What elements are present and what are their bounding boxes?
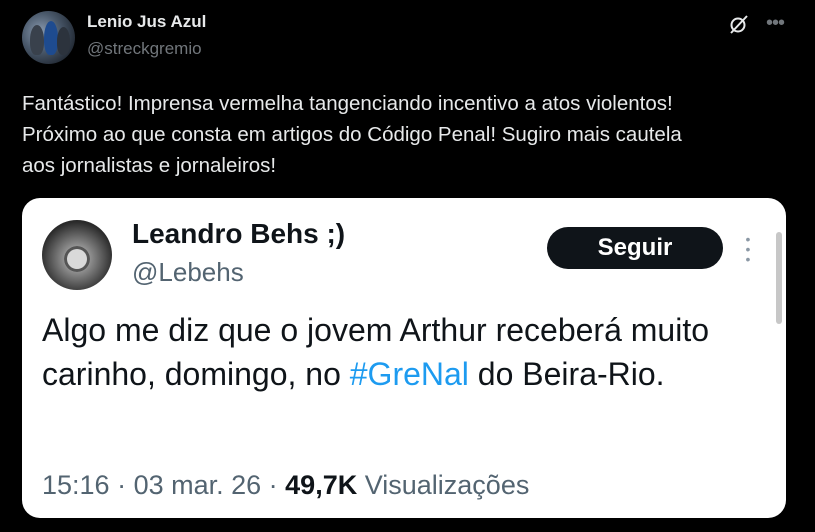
quoted-tweet-text: Algo me diz que o jovem Arthur receberá …: [42, 308, 742, 396]
meta-separator: ·: [261, 470, 286, 500]
author-avatar[interactable]: [22, 11, 75, 64]
tweet-date[interactable]: 03 mar. 26: [134, 470, 262, 500]
avatar-figure: [30, 25, 44, 55]
follow-button[interactable]: Seguir: [547, 227, 723, 269]
scrollbar[interactable]: [776, 232, 782, 324]
views-label: Visualizações: [364, 470, 530, 500]
more-icon[interactable]: •••: [763, 12, 787, 36]
tweet-text: Fantástico! Imprensa vermelha tangencian…: [22, 92, 682, 177]
quoted-author-handle[interactable]: @Lebehs: [132, 257, 244, 288]
quoted-author-avatar[interactable]: [42, 220, 112, 290]
author-handle[interactable]: @streckgremio: [87, 39, 202, 59]
author-name[interactable]: Lenio Jus Azul: [87, 12, 206, 32]
vertical-more-icon[interactable]: • • •: [738, 232, 758, 266]
grok-icon[interactable]: [727, 12, 751, 36]
quoted-author-name[interactable]: Leandro Behs ;): [132, 218, 345, 250]
meta-separator: ·: [109, 470, 134, 500]
avatar-figure: [44, 21, 58, 55]
quoted-tweet-card[interactable]: Leandro Behs ;) @Lebehs Seguir • • • Algo …: [22, 198, 786, 518]
tweet-time[interactable]: 15:16: [42, 470, 110, 500]
hashtag-link[interactable]: #GreNal: [350, 356, 469, 392]
cat-icon: [64, 246, 90, 272]
avatar-figure: [57, 27, 70, 55]
views-count: 49,7K: [285, 470, 358, 500]
quoted-tweet-meta: 15:16 · 03 mar. 26 · 49,7K Visualizações: [42, 470, 529, 501]
quoted-text-after: do Beira-Rio.: [468, 356, 665, 392]
